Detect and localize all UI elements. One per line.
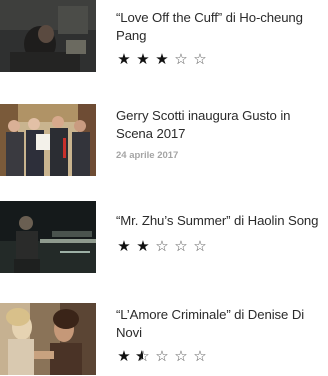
thumbnail-image[interactable] xyxy=(0,201,96,273)
star-empty-icon: ☆ xyxy=(155,348,169,365)
star-full-icon: ★ xyxy=(136,51,150,68)
movie-still-night-street-icon xyxy=(0,201,96,273)
item-title[interactable]: “Mr. Zhu’s Summer” di Haolin Song xyxy=(116,201,322,230)
star-empty-icon: ☆ xyxy=(193,51,207,68)
movie-still-two-women-icon xyxy=(0,303,96,375)
item-body: “Love Off the Cuff” di Ho-cheung Pang ★ ★… xyxy=(116,0,322,68)
star-full-icon: ★ xyxy=(117,238,131,255)
star-empty-icon: ☆ xyxy=(174,51,188,68)
thumbnail-image[interactable] xyxy=(0,104,96,176)
star-empty-icon: ☆ xyxy=(193,238,207,255)
item-date: 24 aprile 2017 xyxy=(116,150,179,161)
star-half-icon: ☆ ★ xyxy=(135,348,150,365)
movie-still-dark-room-icon xyxy=(0,0,96,72)
thumbnail-image[interactable] xyxy=(0,0,96,72)
item-title[interactable]: “L’Amore Criminale” di Denise Di Novi xyxy=(116,303,322,342)
people-holding-certificate-icon xyxy=(0,104,96,176)
star-empty-icon: ☆ xyxy=(155,238,169,255)
star-rating: ★ ★ ☆ ☆ ☆ xyxy=(116,239,322,255)
star-full-icon: ★ xyxy=(117,348,131,365)
article-list: “Love Off the Cuff” di Ho-cheung Pang ★ ★… xyxy=(0,0,328,376)
star-rating: ★ ☆ ★ ☆ ☆ ☆ xyxy=(116,349,322,365)
star-full-icon: ★ xyxy=(117,51,131,68)
item-body: “L’Amore Criminale” di Denise Di Novi ★ ☆… xyxy=(116,303,322,365)
star-empty-icon: ☆ xyxy=(174,238,188,255)
star-full-icon: ★ xyxy=(136,238,150,255)
star-empty-icon: ☆ xyxy=(174,348,188,365)
star-full-icon: ★ xyxy=(155,51,169,68)
thumbnail-image[interactable] xyxy=(0,303,96,375)
star-rating: ★ ★ ★ ☆ ☆ xyxy=(116,52,322,68)
star-empty-icon: ☆ xyxy=(193,348,207,365)
item-title[interactable]: “Love Off the Cuff” di Ho-cheung Pang xyxy=(116,0,322,45)
item-body: Gerry Scotti inaugura Gusto in Scena 201… xyxy=(116,104,322,161)
item-title[interactable]: Gerry Scotti inaugura Gusto in Scena 201… xyxy=(116,104,322,143)
item-body: “Mr. Zhu’s Summer” di Haolin Song ★ ★ ☆ ☆ ☆ xyxy=(116,201,322,255)
